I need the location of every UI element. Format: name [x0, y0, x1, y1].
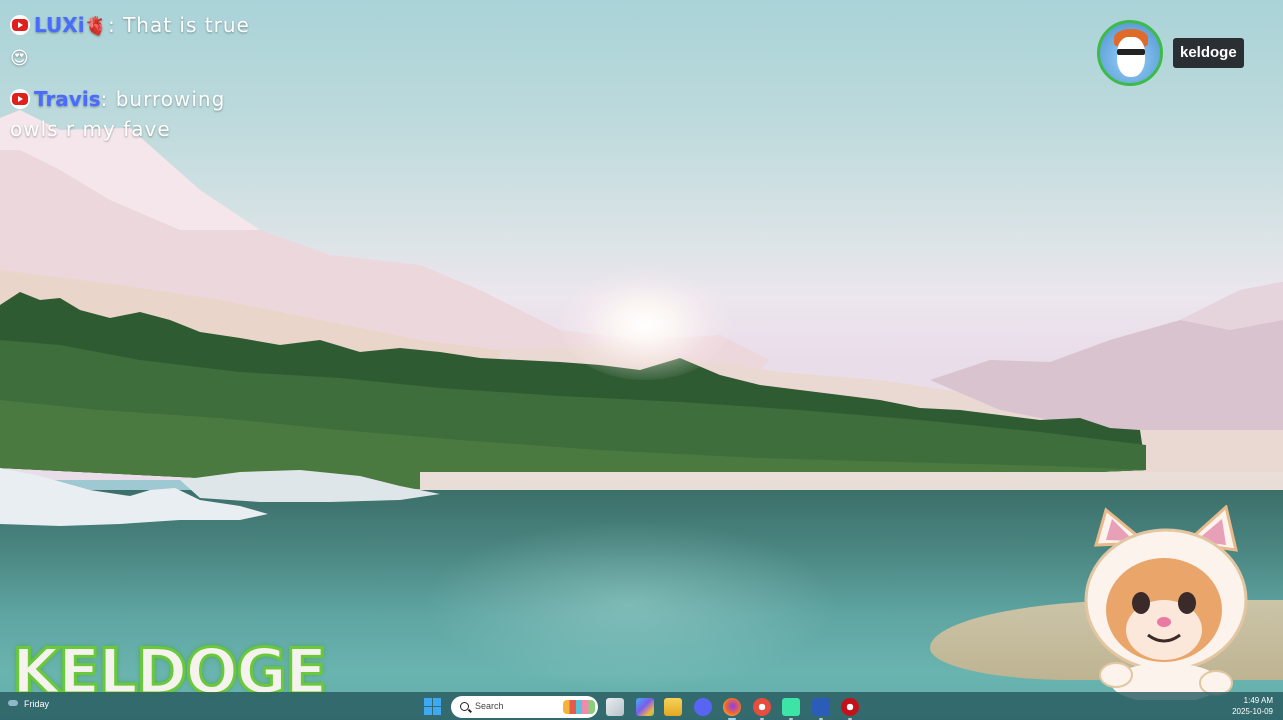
discord-icon[interactable]: [694, 698, 712, 716]
clock-time: 1:49 AM: [1243, 696, 1273, 705]
fox-avatar-icon: [1117, 37, 1145, 77]
youtube-app-icon[interactable]: [841, 698, 859, 720]
heart-eyes-emoji: 😍: [10, 48, 30, 69]
weather-widget[interactable]: Friday: [8, 699, 49, 709]
search-highlight-art-icon: [563, 700, 595, 714]
chat-separator: :: [107, 13, 116, 37]
folder-icon[interactable]: [664, 698, 682, 716]
search-placeholder: Search: [475, 701, 504, 711]
streamlabs-icon[interactable]: [782, 698, 800, 720]
streamer-name-tag: keldoge: [1173, 38, 1244, 68]
chat-author: Travis: [34, 87, 101, 111]
cloud-icon: [8, 700, 18, 706]
word-icon[interactable]: [812, 698, 830, 720]
windows-logo-icon: [424, 698, 432, 706]
streamer-avatar: [1097, 20, 1163, 86]
chat-message: LUXi🫀: That is true 😍: [10, 10, 270, 74]
sun-glow: [560, 270, 730, 380]
chat-text: That is true: [115, 13, 250, 37]
chat-author: LUXi: [34, 13, 85, 37]
chat-message: Travis: burrowing owls r my fave: [10, 84, 270, 144]
snow-rocks: [0, 468, 440, 526]
copilot-icon[interactable]: [636, 698, 654, 716]
youtube-icon: [10, 15, 30, 35]
start-button[interactable]: [424, 698, 442, 716]
chat-overlay: LUXi🫀: That is true 😍 Travis: burrowing …: [10, 10, 270, 154]
water-reflection: [420, 520, 840, 690]
task-view-icon[interactable]: [606, 698, 624, 716]
taskbar-search-input[interactable]: Search: [451, 696, 598, 718]
red-app-icon[interactable]: [753, 698, 771, 720]
system-clock[interactable]: 1:49 AM 2025-10-09: [1232, 695, 1273, 717]
weather-label: Friday: [24, 699, 50, 709]
author-badge-emoji: 🫀: [84, 16, 108, 37]
clock-date: 2025-10-09: [1232, 707, 1273, 716]
cat-mascot-illustration: [1084, 505, 1248, 700]
search-icon: [460, 702, 469, 711]
sunglasses-icon: [1117, 49, 1145, 55]
youtube-icon: [10, 89, 30, 109]
firefox-icon[interactable]: [723, 698, 741, 720]
